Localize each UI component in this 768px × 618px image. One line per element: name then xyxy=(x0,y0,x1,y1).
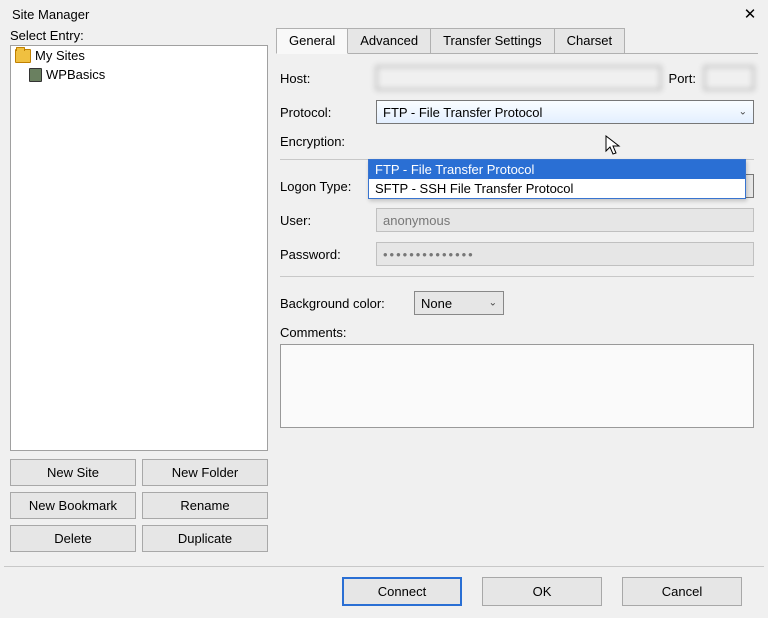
tab-advanced[interactable]: Advanced xyxy=(347,28,431,54)
protocol-value: FTP - File Transfer Protocol xyxy=(383,105,542,120)
window-title: Site Manager xyxy=(12,7,89,22)
delete-button[interactable]: Delete xyxy=(10,525,136,552)
user-label: User: xyxy=(280,213,368,228)
host-input[interactable] xyxy=(376,66,661,90)
tab-transfer-settings[interactable]: Transfer Settings xyxy=(430,28,555,54)
bg-color-value: None xyxy=(421,296,452,311)
right-panel: General Advanced Transfer Settings Chars… xyxy=(276,28,758,552)
host-label: Host: xyxy=(280,71,368,86)
close-icon[interactable]: ✕ xyxy=(742,6,758,22)
ok-button[interactable]: OK xyxy=(482,577,602,606)
tree-child-label: WPBasics xyxy=(46,67,105,82)
tab-general[interactable]: General xyxy=(276,28,348,54)
bg-color-label: Background color: xyxy=(280,296,406,311)
duplicate-button[interactable]: Duplicate xyxy=(142,525,268,552)
footer: Connect OK Cancel xyxy=(4,566,764,618)
password-input[interactable] xyxy=(376,242,754,266)
tree-root-label: My Sites xyxy=(35,48,85,63)
new-bookmark-button[interactable]: New Bookmark xyxy=(10,492,136,519)
comments-input[interactable] xyxy=(280,344,754,428)
protocol-label: Protocol: xyxy=(280,105,368,120)
rename-button[interactable]: Rename xyxy=(142,492,268,519)
tree-child-wpbasics[interactable]: WPBasics xyxy=(11,65,267,84)
protocol-option-sftp[interactable]: SFTP - SSH File Transfer Protocol xyxy=(369,179,745,198)
title-bar: Site Manager ✕ xyxy=(0,0,768,24)
encryption-label: Encryption: xyxy=(280,134,368,149)
cancel-button[interactable]: Cancel xyxy=(622,577,742,606)
left-panel: Select Entry: My Sites WPBasics New Site… xyxy=(10,28,268,552)
protocol-dropdown-list: FTP - File Transfer Protocol SFTP - SSH … xyxy=(368,159,746,199)
port-input[interactable] xyxy=(704,66,754,90)
protocol-select[interactable]: FTP - File Transfer Protocol ⌄ xyxy=(376,100,754,124)
bg-color-select[interactable]: None ⌄ xyxy=(414,291,504,315)
new-folder-button[interactable]: New Folder xyxy=(142,459,268,486)
entry-tree[interactable]: My Sites WPBasics xyxy=(10,45,268,451)
folder-icon xyxy=(15,49,31,63)
chevron-down-icon: ⌄ xyxy=(739,107,747,118)
select-entry-label: Select Entry: xyxy=(10,28,268,43)
port-label: Port: xyxy=(669,71,696,86)
server-icon xyxy=(29,68,42,82)
user-input[interactable] xyxy=(376,208,754,232)
chevron-down-icon: ⌄ xyxy=(489,298,497,309)
divider xyxy=(280,276,754,277)
tabs: General Advanced Transfer Settings Chars… xyxy=(276,28,758,54)
protocol-option-ftp[interactable]: FTP - File Transfer Protocol xyxy=(369,160,745,179)
new-site-button[interactable]: New Site xyxy=(10,459,136,486)
tab-charset[interactable]: Charset xyxy=(554,28,626,54)
site-manager-window: Site Manager ✕ Select Entry: My Sites WP… xyxy=(0,0,768,618)
connect-button[interactable]: Connect xyxy=(342,577,462,606)
logon-type-label: Logon Type: xyxy=(280,179,368,194)
password-label: Password: xyxy=(280,247,368,262)
comments-label: Comments: xyxy=(280,325,346,340)
tree-root[interactable]: My Sites xyxy=(11,46,267,65)
